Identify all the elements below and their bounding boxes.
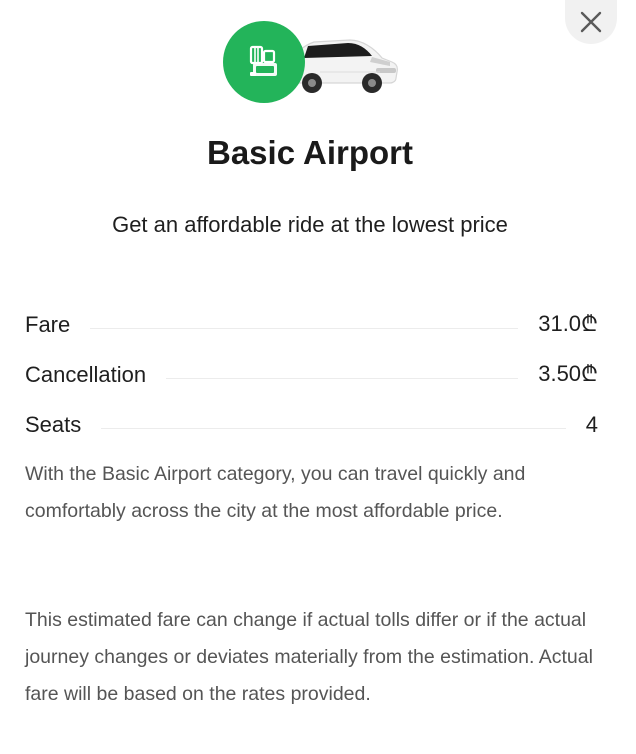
row-divider (101, 428, 566, 429)
category-subtitle: Get an affordable ride at the lowest pri… (112, 212, 508, 237)
fare-row: Fare 31.0₾ (25, 288, 598, 338)
category-description: With the Basic Airport category, you can… (25, 463, 526, 522)
seats-row: Seats 4 (25, 388, 598, 438)
row-divider (90, 328, 519, 329)
luggage-icon (249, 45, 277, 76)
fare-disclaimer: This estimated fare can change if actual… (25, 609, 593, 705)
cancellation-label: Cancellation (25, 362, 147, 387)
close-button[interactable] (565, 0, 617, 44)
seats-label: Seats (25, 412, 82, 437)
close-icon (580, 11, 602, 33)
fare-details: Fare 31.0₾ Cancellation 3.50₾ Seats 4 (25, 288, 598, 438)
cancellation-row: Cancellation 3.50₾ (25, 338, 598, 388)
category-badge (223, 21, 305, 103)
row-divider (166, 378, 519, 379)
fare-label: Fare (25, 312, 71, 337)
category-illustration (220, 18, 405, 108)
cancellation-value: 3.50₾ (538, 361, 598, 386)
seats-value: 4 (585, 412, 598, 437)
fare-value: 31.0₾ (538, 311, 598, 336)
category-title: Basic Airport (207, 134, 413, 171)
